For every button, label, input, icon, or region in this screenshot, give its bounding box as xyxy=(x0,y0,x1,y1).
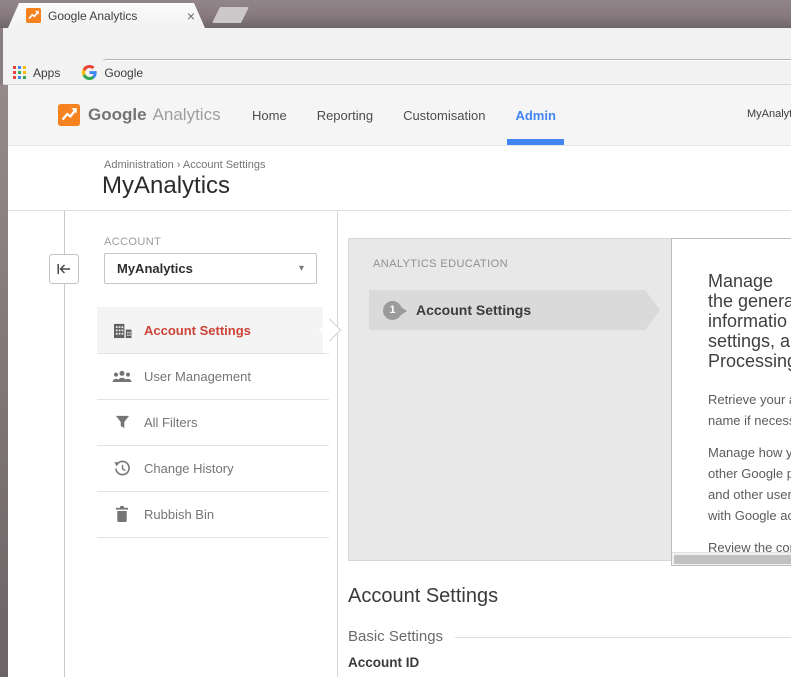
ga-nav: Home Reporting Customisation Admin xyxy=(252,85,564,145)
breadcrumb: Administration › Account Settings xyxy=(104,159,265,171)
account-selector-value: MyAnalytics xyxy=(117,261,193,276)
step-number-badge: 1 xyxy=(383,300,407,320)
nav-reporting[interactable]: Reporting xyxy=(317,85,373,145)
info-paragraph: Retrieve your a name if necess xyxy=(708,389,791,431)
nav-customisation[interactable]: Customisation xyxy=(403,85,485,145)
active-tab-underline xyxy=(507,139,564,145)
analytics-education-panel: ANALYTICS EDUCATION 1 Account Settings xyxy=(348,238,673,561)
info-paragraph: Manage how yo other Google p and other u… xyxy=(708,442,791,526)
filter-icon xyxy=(112,415,132,429)
collapse-arrow-icon xyxy=(57,263,71,275)
body-line: with Google ac xyxy=(708,508,791,523)
sidebar-item-change-history[interactable]: Change History xyxy=(97,445,323,491)
nav-admin[interactable]: Admin xyxy=(507,85,564,145)
body-line: other Google p xyxy=(708,466,791,481)
education-step-account-settings[interactable]: 1 Account Settings xyxy=(369,290,660,330)
sidebar-item-label: User Management xyxy=(144,368,251,384)
info-card-heading: Manage the genera informatio settings, a… xyxy=(708,271,791,371)
education-step-label: Account Settings xyxy=(416,302,532,318)
body-line: Manage how yo xyxy=(708,445,791,460)
sidebar-item-user-management[interactable]: User Management xyxy=(97,353,323,399)
breadcrumb-account-settings[interactable]: Account Settings xyxy=(183,159,266,171)
window-frame xyxy=(0,28,3,85)
apps-grid-icon xyxy=(13,66,26,79)
bookmark-apps-label: Apps xyxy=(33,65,61,80)
logo-google-label: Google xyxy=(88,105,147,124)
account-selector-dropdown[interactable]: MyAnalytics ▾ xyxy=(104,253,317,284)
breadcrumb-separator: › xyxy=(176,159,181,171)
bookmark-google-label: Google xyxy=(104,65,144,80)
sidebar-item-rubbish-bin[interactable]: Rubbish Bin xyxy=(97,491,323,537)
bookmark-google[interactable]: Google xyxy=(82,65,143,80)
account-id-field-label: Account ID xyxy=(348,655,420,670)
sidebar-item-account-settings[interactable]: Account Settings xyxy=(97,307,323,353)
bookmarks-bar: Apps Google xyxy=(0,61,791,85)
tab-title: Google Analytics xyxy=(48,8,138,23)
heading-line: Manage xyxy=(708,271,774,291)
logo-analytics-label: Analytics xyxy=(152,105,221,124)
history-icon xyxy=(112,460,132,477)
bookmark-apps[interactable]: Apps xyxy=(13,66,60,80)
nav-home[interactable]: Home xyxy=(252,85,287,145)
sidebar-border-line xyxy=(337,211,338,677)
breadcrumb-administration[interactable]: Administration xyxy=(104,159,174,171)
horizontal-divider xyxy=(8,210,791,211)
body-line: name if necess xyxy=(708,413,791,428)
window-frame xyxy=(0,85,8,677)
education-info-card: Manage the genera informatio settings, a… xyxy=(671,238,791,566)
browser-tab[interactable]: Google Analytics × xyxy=(8,3,205,28)
ga-header: Google Analytics Home Reporting Customis… xyxy=(8,85,791,146)
ga-logo[interactable]: Google Analytics xyxy=(58,104,221,126)
account-section-label: ACCOUNT xyxy=(104,236,162,248)
ga-favicon-icon xyxy=(26,8,41,23)
scrollbar-thumb[interactable] xyxy=(674,555,791,564)
caret-down-icon: ▾ xyxy=(298,263,304,274)
tab-close-icon[interactable]: × xyxy=(187,9,195,23)
sidebar-item-label: Change History xyxy=(144,460,234,476)
nav-admin-label: Admin xyxy=(515,107,556,123)
info-card-body: Retrieve your a name if necess Manage ho… xyxy=(708,389,791,565)
body-line: Retrieve your a xyxy=(708,392,791,407)
trash-icon xyxy=(112,506,132,522)
heading-line: informatio xyxy=(708,311,788,331)
education-panel-label: ANALYTICS EDUCATION xyxy=(373,258,508,270)
google-g-icon xyxy=(82,65,98,80)
new-tab-button[interactable] xyxy=(212,7,249,23)
building-icon xyxy=(112,322,132,339)
ga-logo-icon xyxy=(58,104,80,126)
horizontal-scrollbar[interactable] xyxy=(672,552,791,565)
people-icon xyxy=(112,370,132,383)
sidebar-item-label: Rubbish Bin xyxy=(144,506,215,522)
collapse-panel-button[interactable] xyxy=(49,254,79,284)
section-rule xyxy=(455,637,791,638)
sidebar-divider xyxy=(97,537,329,538)
sidebar-item-label: Account Settings xyxy=(144,322,251,338)
sidebar-item-all-filters[interactable]: All Filters xyxy=(97,399,323,445)
tab-strip: Google Analytics × xyxy=(0,0,791,28)
heading-line: the genera xyxy=(708,291,791,311)
sidebar-item-label: All Filters xyxy=(144,414,198,430)
heading-line: settings, ar xyxy=(708,331,791,351)
browser-toolbar: ← → ↻ https://analytics.google.com/analy… xyxy=(0,28,791,85)
page-title: MyAnalytics xyxy=(102,172,231,199)
content-heading: Account Settings xyxy=(348,585,499,607)
heading-line: Processing xyxy=(708,351,791,371)
body-line: and other users xyxy=(708,487,791,502)
header-account-name[interactable]: MyAnalytics xyxy=(747,108,791,120)
basic-settings-section-title: Basic Settings xyxy=(348,628,444,645)
